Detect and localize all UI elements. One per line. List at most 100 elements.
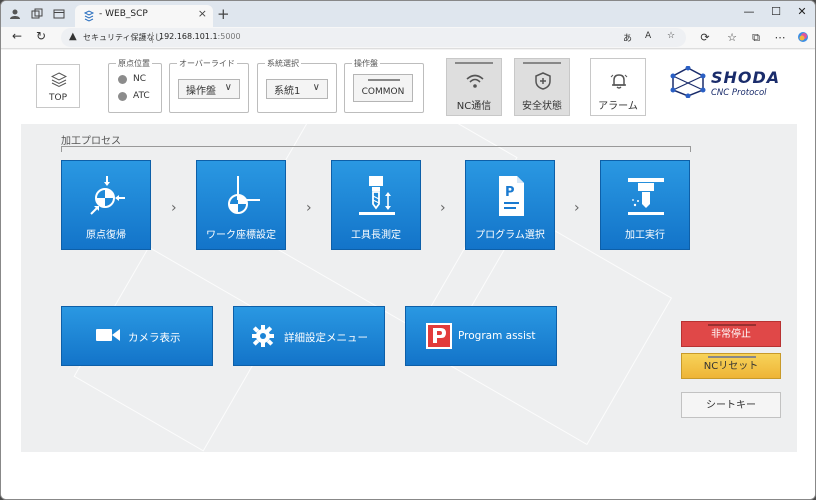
origin-position-group: 原点位置 NC ATC (108, 58, 162, 113)
network-logo-icon (670, 66, 706, 98)
gear-icon (252, 325, 274, 347)
safety-status[interactable]: 安全状態 (514, 58, 570, 116)
url-text: 192.168.101.1:5000 (159, 32, 241, 41)
read-aloud-icon[interactable]: A (645, 31, 651, 41)
workspaces-icon[interactable] (29, 6, 45, 22)
tab-title: - WEB_SCP (99, 9, 148, 19)
video-camera-icon (96, 329, 120, 341)
collections-icon[interactable]: ⧉ (749, 31, 763, 45)
program-assist-button[interactable]: Program assist (405, 306, 557, 366)
origin-nc-label: NC (133, 74, 147, 84)
translate-icon[interactable]: あ (623, 31, 632, 44)
chevron-right-icon: › (440, 200, 446, 216)
led-icon (118, 74, 127, 84)
step-origin-return-button[interactable]: 原点復帰 (61, 160, 151, 250)
shield-plus-icon (535, 72, 551, 90)
indicator-bar (708, 324, 756, 326)
camera-label: カメラ表示 (128, 332, 181, 344)
common-label: COMMON (361, 87, 405, 97)
indicator-bar (523, 62, 561, 64)
bell-icon (610, 74, 628, 89)
site-favicon-icon (83, 10, 95, 22)
origin-title: 原点位置 (116, 58, 152, 69)
profile-icon[interactable] (7, 6, 23, 22)
alarm-label: アラーム (598, 101, 638, 112)
system-select[interactable]: 系統1 ∨ (266, 79, 328, 99)
close-tab-icon[interactable]: × (198, 7, 207, 20)
svg-text:P: P (505, 185, 515, 200)
nc-comm-label: NC通信 (456, 101, 492, 112)
logo-brand: SHODA (711, 68, 781, 87)
copilot-icon[interactable] (796, 31, 810, 46)
emergency-label: 非常停止 (711, 329, 751, 340)
refresh-sync-icon[interactable]: ⟳ (698, 31, 712, 44)
address-bar: ← ↻ ▲ セキュリティ保護なし 192.168.101.1:5000 あ A … (1, 27, 815, 49)
program-document-icon: P (499, 176, 524, 216)
panel-title: 操作盤 (352, 58, 380, 69)
title-bar: - WEB_SCP × + — ☐ ✕ (1, 1, 815, 27)
step-tool-length-button[interactable]: 工具長測定 (331, 160, 421, 250)
origin-atc-label: ATC (133, 91, 150, 101)
chevron-right-icon: › (171, 200, 177, 216)
back-icon[interactable]: ← (9, 29, 25, 43)
nc-communication-status[interactable]: NC通信 (446, 58, 502, 116)
settings-label: 詳細設定メニュー (284, 332, 368, 344)
chevron-down-icon: ∨ (224, 82, 232, 93)
step-program-select-button[interactable]: P プログラム選択 (465, 160, 555, 250)
system-title: 系統選択 (265, 58, 301, 69)
step-label: プログラム選択 (475, 230, 545, 241)
origin-atc-indicator: ATC (118, 91, 150, 101)
step-label: ワーク座標設定 (206, 230, 276, 241)
nc-reset-button[interactable]: NCリセット (681, 353, 781, 379)
logo-subtitle: CNC Protocol (711, 88, 767, 98)
step-label: 原点復帰 (86, 230, 126, 241)
top-label: TOP (48, 93, 67, 103)
close-window-icon[interactable]: ✕ (792, 5, 812, 18)
step-label: 工具長測定 (351, 230, 401, 241)
origin-nc-indicator: NC (118, 74, 146, 84)
tool-length-icon (359, 176, 395, 215)
alarm-status[interactable]: アラーム (590, 58, 646, 116)
chevron-right-icon: › (306, 200, 312, 216)
step-machining-run-button[interactable]: 加工実行 (600, 160, 690, 250)
top-button[interactable]: TOP (36, 64, 80, 108)
url-field[interactable]: ▲ セキュリティ保護なし 192.168.101.1:5000 あ A ☆ (61, 28, 686, 47)
work-coordinate-icon (228, 176, 260, 214)
program-assist-logo-icon (426, 323, 452, 349)
common-button[interactable]: COMMON (353, 74, 413, 102)
step-work-coordinate-button[interactable]: ワーク座標設定 (196, 160, 286, 250)
indicator-bar (708, 356, 756, 358)
shoda-logo: SHODA CNC Protocol (669, 64, 789, 104)
override-value: 操作盤 (186, 85, 216, 97)
chevron-down-icon: ∨ (312, 82, 320, 93)
tab-actions-icon[interactable] (51, 6, 67, 22)
operation-panel-group: 操作盤 COMMON (344, 58, 424, 113)
override-title: オーバーライド (177, 58, 237, 69)
url-host: 192.168.101.1 (159, 32, 218, 41)
sheet-key-button[interactable]: シートキー (681, 392, 781, 418)
process-panel: 加工プロセス 原点復帰 › ワーク座標設定 › 工具長測定 › P プログラム選… (21, 124, 797, 452)
favorite-star-icon[interactable]: ☆ (667, 31, 675, 41)
new-tab-button[interactable]: + (217, 5, 230, 23)
warning-icon: ▲ (69, 31, 77, 42)
maximize-icon[interactable]: ☐ (766, 5, 786, 18)
emergency-stop-button[interactable]: 非常停止 (681, 321, 781, 347)
system-value: 系統1 (274, 85, 301, 97)
favorites-icon[interactable]: ☆ (725, 31, 739, 44)
url-separator (152, 32, 153, 43)
app-page: TOP 原点位置 NC ATC オーバーライド 操作盤 ∨ 系統選択 系統1 ∨… (1, 50, 815, 499)
system-select-group: 系統選択 系統1 ∨ (257, 58, 337, 113)
url-port: :5000 (217, 32, 241, 41)
reload-icon[interactable]: ↻ (33, 29, 49, 43)
more-menu-icon[interactable]: ⋯ (773, 31, 787, 44)
step-label: 加工実行 (625, 230, 665, 241)
browser-tab[interactable]: - WEB_SCP × (75, 5, 213, 27)
camera-view-button[interactable]: カメラ表示 (61, 306, 213, 366)
nc-reset-label: NCリセット (703, 361, 759, 372)
program-assist-label: Program assist (458, 330, 536, 342)
safety-label: 安全状態 (522, 101, 562, 112)
advanced-settings-button[interactable]: 詳細設定メニュー (233, 306, 385, 366)
process-label: 加工プロセス (61, 136, 121, 147)
minimize-icon[interactable]: — (739, 5, 759, 18)
override-select[interactable]: 操作盤 ∨ (178, 79, 240, 99)
